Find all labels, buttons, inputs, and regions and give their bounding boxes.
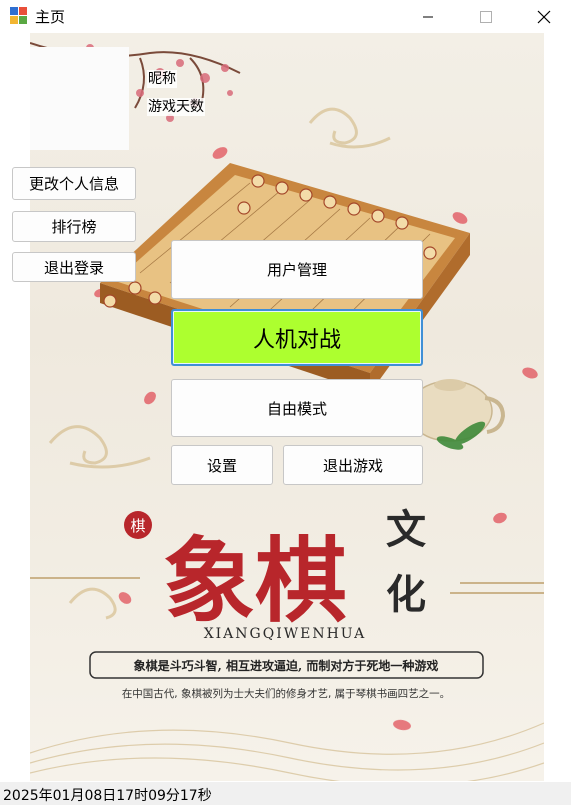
poster-caption: 在中国古代, 象棋被列为士大夫们的修身才艺, 属于琴棋书画四艺之一。: [122, 687, 450, 700]
edit-profile-button[interactable]: 更改个人信息: [12, 167, 136, 200]
exit-game-button[interactable]: 退出游戏: [283, 445, 423, 485]
poster-slogan: 象棋是斗巧斗智, 相互进攻逼迫, 而制对方于死地一种游戏: [134, 658, 439, 673]
logout-button[interactable]: 退出登录: [12, 252, 136, 282]
settings-button[interactable]: 设置: [171, 445, 273, 485]
poster-side-title-1: 文: [386, 506, 426, 553]
poster-pinyin: XIANGQIWENHUA: [204, 626, 367, 642]
game-days-label: 游戏天数: [147, 98, 205, 116]
free-mode-button[interactable]: 自由模式: [171, 379, 423, 437]
window-title: 主页: [35, 8, 66, 26]
pve-battle-button[interactable]: 人机对战: [171, 309, 423, 366]
poster-seal-char: 棋: [130, 517, 145, 535]
avatar: [30, 47, 129, 150]
minimize-icon: [423, 16, 433, 17]
title-bar[interactable]: 主页: [0, 0, 571, 33]
maximize-button[interactable]: [457, 0, 515, 33]
close-icon: [537, 10, 551, 23]
main-window: 主页 棋 象棋 文 化 XIANGQIWENHUA 象棋是斗巧斗智, 相互进攻逼…: [0, 0, 571, 804]
leaderboard-button[interactable]: 排行榜: [12, 211, 136, 242]
user-management-button[interactable]: 用户管理: [171, 240, 423, 299]
maximize-icon: [480, 10, 492, 23]
status-bar: 2025年01月08日17时09分17秒: [0, 782, 571, 804]
app-icon: [10, 7, 28, 25]
minimize-button[interactable]: [399, 0, 457, 33]
nickname-label: 昵称: [147, 70, 177, 88]
poster-side-title-2: 化: [386, 571, 426, 618]
poster-big-title: 象棋: [163, 527, 347, 635]
close-button[interactable]: [515, 0, 571, 33]
status-datetime: 2025年01月08日17时09分17秒: [3, 788, 212, 804]
